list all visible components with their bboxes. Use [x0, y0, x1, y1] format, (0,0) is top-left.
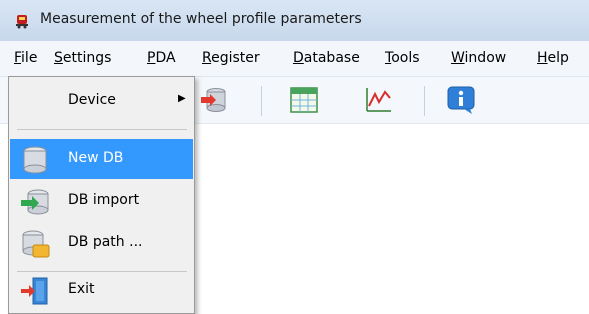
menu-item-db-import[interactable]: DB import [10, 181, 193, 221]
menu-window[interactable]: Window [451, 50, 506, 66]
menu-item-label: Device [68, 92, 116, 108]
submenu-arrow-icon: ▶ [178, 93, 186, 104]
menu-item-label: DB path ... [68, 234, 143, 250]
menu-separator [17, 129, 187, 130]
db-import-icon [21, 189, 49, 215]
menu-settings[interactable]: Settings [54, 50, 111, 66]
toolbar-table-button[interactable] [286, 82, 322, 118]
menu-item-db-path[interactable]: DB path ... [10, 223, 193, 263]
menu-item-label: DB import [68, 192, 140, 208]
table-icon [290, 87, 318, 113]
menu-pda[interactable]: PDA [147, 50, 176, 66]
title-bar: Measurement of the wheel profile paramet… [0, 0, 589, 41]
menu-item-new-db[interactable]: New DB [10, 139, 193, 179]
new-database-icon [23, 146, 47, 174]
database-icon [201, 88, 226, 112]
menu-register[interactable]: Register [202, 50, 260, 66]
menu-tools[interactable]: Tools [385, 50, 420, 66]
toolbar-separator [261, 86, 262, 116]
chart-icon [366, 88, 391, 112]
window-title: Measurement of the wheel profile paramet… [40, 11, 362, 27]
menu-item-device[interactable]: Device ▶ [10, 81, 193, 121]
db-path-icon [22, 230, 50, 258]
toolbar-info-button[interactable] [444, 82, 480, 118]
menu-item-exit[interactable]: Exit [10, 270, 193, 310]
info-icon [447, 86, 475, 114]
toolbar-database-button[interactable] [196, 82, 232, 118]
toolbar-separator [424, 86, 425, 116]
train-app-icon [16, 15, 28, 29]
file-menu-dropdown: Device ▶ New DB DB import DB path ... Ex… [8, 76, 195, 314]
exit-door-icon [21, 277, 48, 305]
menu-item-label: Exit [68, 281, 95, 297]
toolbar-chart-button[interactable] [360, 82, 396, 118]
menu-item-label: New DB [68, 150, 124, 166]
menu-help[interactable]: Help [537, 50, 569, 66]
menu-database[interactable]: Database [293, 50, 360, 66]
menu-bar: File Settings PDA Register Database Tool… [0, 41, 589, 77]
menu-file[interactable]: File [14, 50, 37, 66]
